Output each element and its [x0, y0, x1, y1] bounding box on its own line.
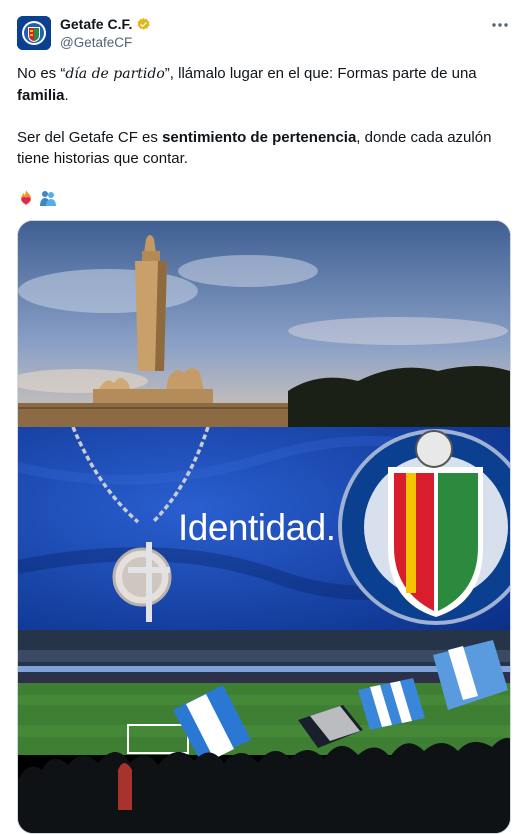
media-grid[interactable]: Identidad.: [17, 220, 511, 834]
identidad-photo[interactable]: Identidad.: [18, 427, 510, 630]
avatar[interactable]: [17, 16, 51, 50]
people-hugging-icon: [40, 191, 56, 206]
account-name[interactable]: Getafe C.F.: [60, 16, 132, 32]
text-span: No es “: [17, 65, 66, 82]
account-handle[interactable]: @GetafeCF: [60, 35, 132, 50]
text-span: Ser del Getafe CF es: [17, 129, 163, 146]
bold-text: familia: [17, 87, 65, 104]
heart-on-fire-icon: [21, 190, 31, 205]
monument-photo[interactable]: [18, 221, 510, 427]
italic-text: día de partido: [65, 66, 165, 82]
tweet-paragraph-2: Ser del Getafe CF es sentimiento de pert…: [17, 127, 497, 169]
tweet-paragraph-1: No es “día de partido”, llámalo lugar en…: [17, 63, 497, 106]
emoji-row: [17, 189, 57, 207]
bold-text: sentimiento de pertenencia: [162, 129, 357, 146]
tweet-header: Getafe C.F. @GetafeCF: [17, 14, 512, 54]
text-span: .: [64, 87, 69, 104]
verified-badge-icon: [137, 17, 150, 30]
stadium-photo[interactable]: [18, 630, 510, 833]
text-span: ”, llámalo lugar en el que: Formas parte…: [164, 65, 477, 82]
identidad-caption: Identidad.: [178, 507, 336, 548]
tweet-body: No es “día de partido”, llámalo lugar en…: [17, 63, 497, 190]
more-options-icon[interactable]: [490, 18, 510, 32]
account-name-row[interactable]: Getafe C.F.: [60, 16, 151, 32]
getafe-crest-icon: [17, 16, 51, 50]
